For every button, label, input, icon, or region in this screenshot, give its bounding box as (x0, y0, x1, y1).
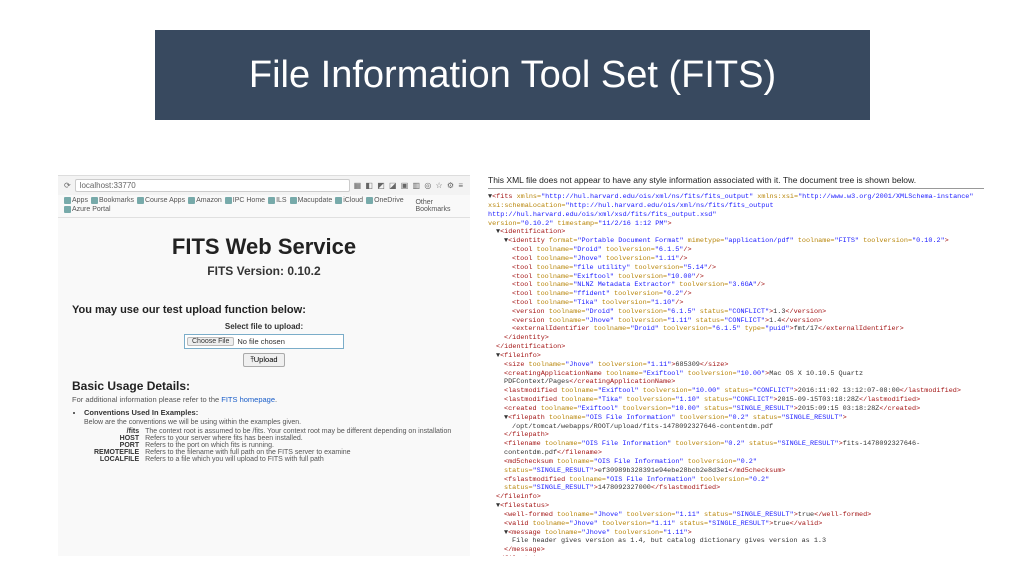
webservice-body: FITS Web Service FITS Version: 0.10.2 (58, 218, 470, 282)
ws-version: FITS Version: 0.10.2 (74, 264, 454, 278)
slide-title-bar: File Information Tool Set (FITS) (155, 30, 870, 120)
ws-heading: FITS Web Service (74, 234, 454, 260)
choose-file-button[interactable]: Choose File (187, 337, 234, 346)
no-file-text: No file chosen (237, 337, 285, 346)
xml-line: <created toolname="Exiftool" toolversion… (488, 405, 984, 414)
xml-line: ▼<filepath toolname="OIS File Informatio… (488, 414, 984, 423)
toolbar-icons: ▦ ◧ ◩ ◪ ▣ ▥ ◎ ☆ ⚙ ≡ (354, 181, 464, 190)
xml-line: ▼<fits xmlns="http://hul.harvard.edu/ois… (488, 193, 984, 202)
usage-heading: Basic Usage Details: (72, 379, 470, 393)
browser-address-bar: ⟳ localhost:33770 ▦ ◧ ◩ ◪ ▣ ▥ ◎ ☆ ⚙ ≡ (58, 176, 470, 195)
xml-line: ▼<filestatus> (488, 502, 984, 511)
xml-line: <version toolname="Droid" toolversion="6… (488, 308, 984, 317)
xml-line: <valid toolname="Jhove" toolversion="1.1… (488, 520, 984, 529)
select-file-label: Select file to upload: (58, 322, 470, 331)
xml-line: </identification> (488, 343, 984, 352)
xml-line: <version toolname="Jhove" toolversion="1… (488, 317, 984, 326)
bookmark-item[interactable]: iCloud (335, 197, 363, 204)
conventions-header: Conventions Used In Examples: (84, 408, 470, 417)
xml-line: <tool toolname="Droid" toolversion="6.1.… (488, 246, 984, 255)
xml-style-note: This XML file does not appear to have an… (488, 175, 984, 189)
bookmark-item[interactable]: ILS (268, 197, 287, 204)
xml-line: /opt/tomcat/webapps/ROOT/upload/fits-147… (488, 423, 984, 432)
xml-line: <size toolname="Jhove" toolversion="1.11… (488, 361, 984, 370)
content-area: ⟳ localhost:33770 ▦ ◧ ◩ ◪ ▣ ▥ ◎ ☆ ⚙ ≡ Ap… (58, 175, 984, 556)
xml-line: <tool toolname="Exiftool" toolversion="1… (488, 273, 984, 282)
xml-line: </message> (488, 546, 984, 555)
xml-line: ▼<identification> (488, 228, 984, 237)
xml-line: <lastmodified toolname="Tika" toolversio… (488, 396, 984, 405)
upload-button[interactable]: ⤒Upload (243, 353, 284, 367)
xml-line: <well-formed toolname="Jhove" toolversio… (488, 511, 984, 520)
convention-row: PORTRefers to the port on which fits is … (94, 442, 451, 449)
convention-row: /fitsThe context root is assumed to be /… (94, 428, 451, 435)
xml-line: <filename toolname="OIS File Information… (488, 440, 984, 458)
xml-line: <lastmodified toolname="Exiftool" toolve… (488, 387, 984, 396)
xml-line: ▼<identity format="Portable Document For… (488, 237, 984, 246)
xml-line: <tool toolname="NLNZ Metadata Extractor"… (488, 281, 984, 290)
slide-title: File Information Tool Set (FITS) (249, 54, 776, 97)
xml-line: <tool toolname="ffident" toolversion="0.… (488, 290, 984, 299)
xml-line: File header gives version as 1.4, but ca… (488, 537, 984, 546)
xml-line: <tool toolname="Jhove" toolversion="1.11… (488, 255, 984, 264)
xml-line: <fslastmodified toolname="OIS File Infor… (488, 476, 984, 494)
xml-line: <tool toolname="file utility" toolversio… (488, 264, 984, 273)
xml-line: <md5checksum toolname="OIS File Informat… (488, 458, 984, 476)
usage-note: For additional information please refer … (72, 395, 470, 404)
bookmark-item[interactable]: Course Apps (137, 197, 185, 204)
file-input[interactable]: Choose File No file chosen (184, 334, 344, 349)
right-xml-output: This XML file does not appear to have an… (488, 175, 984, 556)
left-screenshot: ⟳ localhost:33770 ▦ ◧ ◩ ◪ ▣ ▥ ◎ ☆ ⚙ ≡ Ap… (58, 175, 470, 556)
xml-line: ▼<fileinfo> (488, 352, 984, 361)
other-bookmarks[interactable]: Other Bookmarks (415, 199, 464, 213)
xml-line: <creatingApplicationName toolname="Exift… (488, 370, 984, 388)
bookmark-item[interactable]: Macupdate (290, 197, 333, 204)
conventions-list: Conventions Used In Examples: Below are … (84, 408, 470, 463)
xml-line: <tool toolname="Tika" toolversion="1.10"… (488, 299, 984, 308)
bookmark-item[interactable]: Amazon (188, 197, 222, 204)
bookmark-item[interactable]: Bookmarks (91, 197, 134, 204)
xml-line: </identity> (488, 334, 984, 343)
xml-line: version="0.10.2" timestamp="11/2/16 1:12… (488, 220, 984, 229)
bookmarks-bar: AppsBookmarksCourse AppsAmazonIPC HomeIL… (58, 195, 470, 218)
upload-lead: You may use our test upload function bel… (72, 304, 470, 316)
bookmarks-items: AppsBookmarksCourse AppsAmazonIPC HomeIL… (64, 197, 413, 215)
convention-row: HOSTRefers to your server where fits has… (94, 435, 451, 442)
xml-line: <externalIdentifier toolname="Droid" too… (488, 325, 984, 334)
xml-line: </filestatus> (488, 555, 984, 556)
bookmark-item[interactable]: IPC Home (225, 197, 265, 204)
bookmark-item[interactable]: Azure Portal (64, 206, 111, 213)
bookmark-item[interactable]: Apps (64, 197, 88, 204)
convention-row: REMOTEFILERefers to the filename with fu… (94, 449, 451, 456)
xml-line: </fileinfo> (488, 493, 984, 502)
fits-homepage-link[interactable]: FITS homepage (221, 395, 275, 404)
reload-icon: ⟳ (64, 181, 71, 190)
xml-tree: ▼<fits xmlns="http://hul.harvard.edu/ois… (488, 193, 984, 556)
xml-line: ▼<message toolname="Jhove" toolversion="… (488, 529, 984, 538)
xml-line: xsi:schemaLocation="http://hul.harvard.e… (488, 202, 984, 220)
xml-line: </filepath> (488, 431, 984, 440)
convention-row: LOCALFILERefers to a file which you will… (94, 456, 451, 463)
conventions-sub: Below are the conventions we will be usi… (84, 419, 470, 426)
url-field[interactable]: localhost:33770 (75, 179, 350, 192)
bookmark-item[interactable]: OneDrive (366, 197, 404, 204)
